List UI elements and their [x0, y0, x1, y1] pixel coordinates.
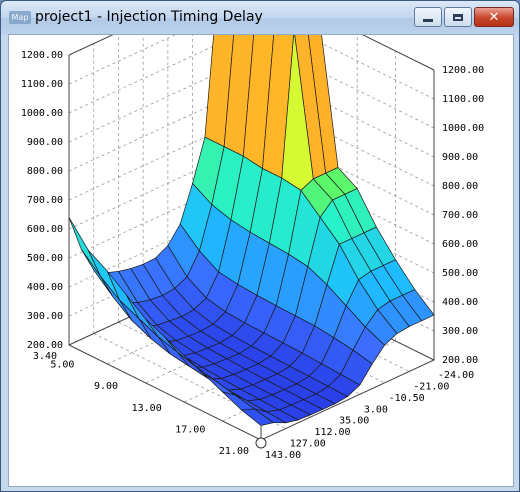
origin-marker — [255, 437, 267, 449]
window-title: project1 - Injection Timing Delay — [35, 9, 263, 25]
z-tick-label-right: 800.00 — [442, 181, 478, 192]
application-window: Map project1 - Injection Timing Delay ✕ … — [0, 0, 520, 492]
z-tick-label-left: 500.00 — [27, 253, 63, 264]
z-tick-label-right: 1100.00 — [442, 94, 484, 105]
y-tick-label: -10.50 — [389, 393, 425, 404]
title-bar[interactable]: Map project1 - Injection Timing Delay ✕ — [1, 1, 519, 35]
x-tick-label: 9.00 — [94, 381, 118, 392]
y-tick-label: 35.00 — [339, 416, 369, 427]
z-tick-label-left: 1100.00 — [21, 79, 63, 90]
y-tick-label: -21.00 — [413, 381, 449, 392]
y-tick-label: -24.00 — [438, 370, 474, 381]
maximize-icon — [453, 13, 463, 21]
z-tick-label-right: 1200.00 — [442, 65, 484, 76]
z-tick-label-right: 400.00 — [442, 297, 478, 308]
z-tick-label-right: 200.00 — [442, 355, 478, 366]
z-tick-label-right: 600.00 — [442, 239, 478, 250]
surface-plot[interactable]: 200.00 200.00 300.00 300.00 400.00 400.00 500.… — [9, 35, 513, 486]
surface-cell — [68, 217, 101, 277]
map-app-icon: Map — [9, 11, 31, 24]
y-tick-label: 112.00 — [314, 427, 350, 438]
z-tick-label-left: 400.00 — [27, 282, 63, 293]
z-tick-label-right: 700.00 — [442, 210, 478, 221]
x-tick-label: 17.00 — [175, 424, 205, 435]
y-tick-label: 143.00 — [265, 450, 301, 461]
z-tick-label-right: 1000.00 — [442, 123, 484, 134]
close-icon: ✕ — [488, 9, 500, 25]
z-tick-label-right: 500.00 — [442, 268, 478, 279]
z-tick-label-left: 200.00 — [27, 340, 63, 351]
y-tick-label: 127.00 — [290, 439, 326, 450]
x-tick-label: 21.00 — [219, 446, 249, 457]
z-tick-label-right: 900.00 — [442, 152, 478, 163]
z-tick-label-left: 300.00 — [27, 311, 63, 322]
z-tick-label-left: 900.00 — [27, 137, 63, 148]
close-button[interactable]: ✕ — [474, 7, 514, 27]
z-tick-label-left: 1000.00 — [21, 108, 63, 119]
y-tick-label: 3.00 — [364, 404, 388, 415]
x-tick-label: 5.00 — [50, 360, 74, 371]
minimize-icon — [423, 18, 433, 22]
z-tick-label-left: 1200.00 — [21, 50, 63, 61]
z-tick-label-right: 300.00 — [442, 326, 478, 337]
z-tick-label-left: 700.00 — [27, 195, 63, 206]
z-tick-label-left: 600.00 — [27, 224, 63, 235]
z-tick-label-left: 800.00 — [27, 166, 63, 177]
minimize-button[interactable] — [414, 7, 442, 27]
x-tick-label: 13.00 — [132, 403, 162, 414]
maximize-button[interactable] — [444, 7, 472, 27]
chart-area[interactable]: 200.00 200.00 300.00 300.00 400.00 400.00 500.… — [8, 34, 514, 487]
